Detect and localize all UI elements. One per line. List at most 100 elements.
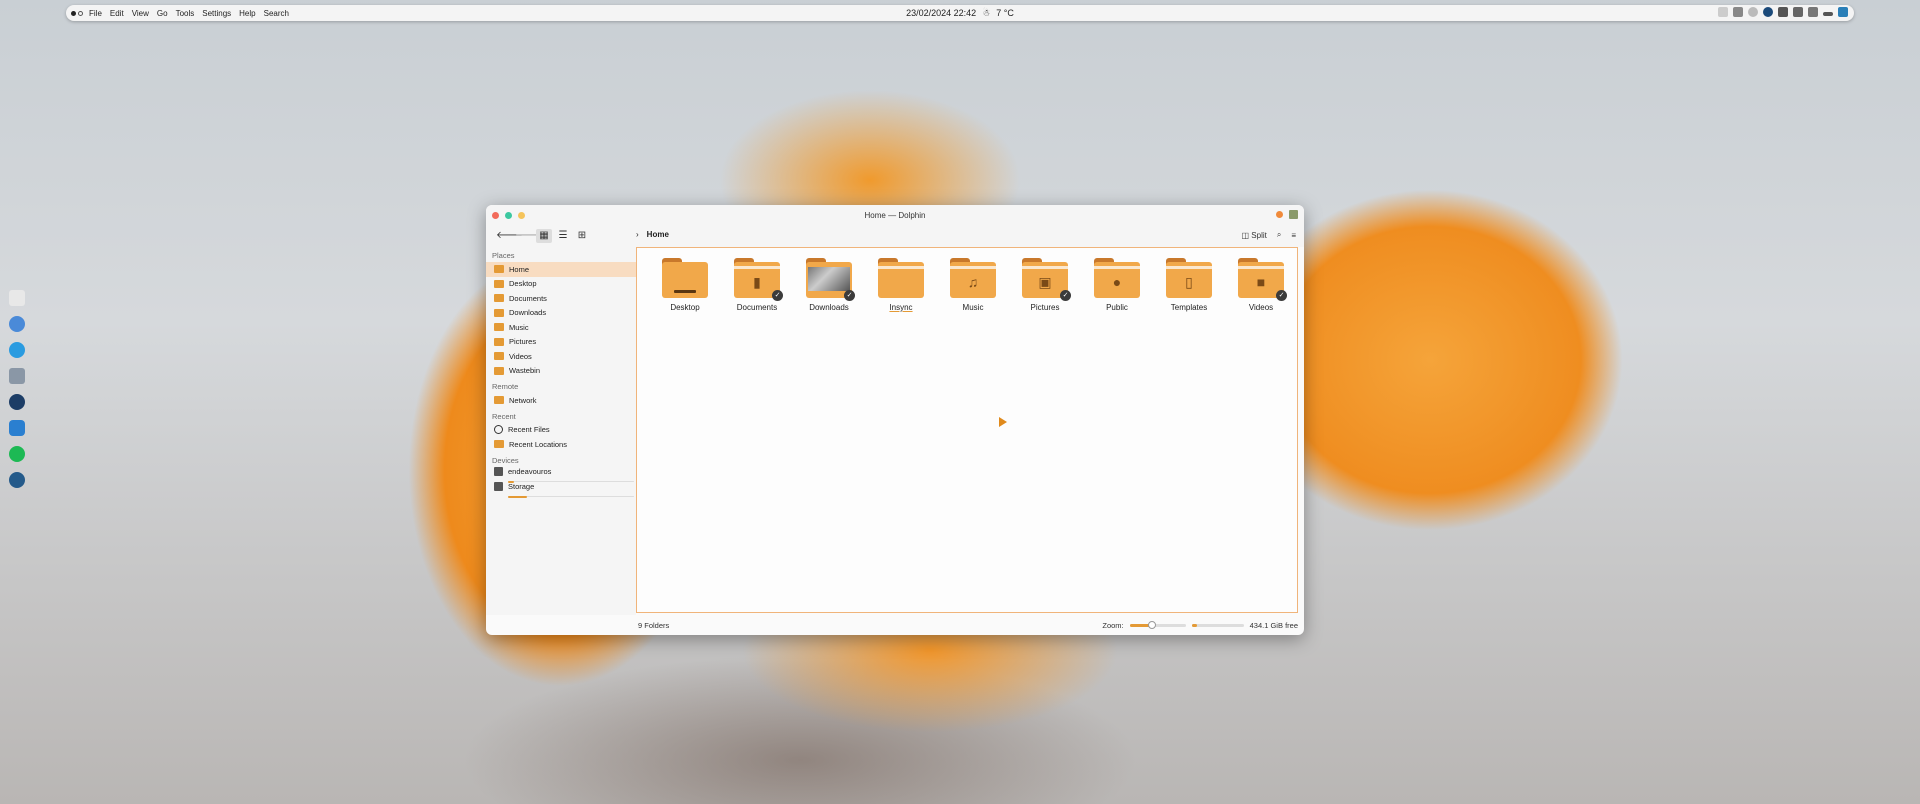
sidebar-item-label: Network: [509, 395, 537, 405]
clock-icon: [494, 425, 503, 435]
sidebar-item-recent-files[interactable]: Recent Files: [486, 423, 636, 438]
pictures-folder-icon: ▣ ✓: [1022, 258, 1071, 301]
folder-public[interactable]: ● Public: [1081, 258, 1153, 312]
free-space-text: 434.1 GiB free: [1249, 621, 1298, 630]
forward-button[interactable]: 🡒: [515, 229, 542, 243]
bitwarden-icon[interactable]: [9, 420, 25, 436]
folder-videos[interactable]: ■ ✓ Videos: [1225, 258, 1297, 312]
sidebar-item-wastebin[interactable]: Wastebin: [486, 364, 636, 379]
folder-documents[interactable]: ▮ ✓ Documents: [721, 258, 793, 312]
sync-check-icon: ✓: [1276, 290, 1287, 301]
folder-desktop[interactable]: Desktop: [649, 258, 721, 312]
downloads-folder-icon: ✓: [806, 258, 855, 301]
sync-check-icon: ✓: [1060, 290, 1071, 301]
wifi-icon[interactable]: [1808, 7, 1818, 17]
recent-locations-folder-icon: [494, 440, 504, 449]
folder-templates[interactable]: ▯ Templates: [1153, 258, 1225, 312]
clock[interactable]: 23/02/2024 22:42 ☃ 7 °C: [906, 8, 1014, 19]
webcam-icon[interactable]: [9, 472, 25, 488]
chevron-down-icon[interactable]: [1823, 11, 1833, 16]
folder-downloads[interactable]: ✓ Downloads: [793, 258, 865, 312]
folder-icon: [878, 258, 924, 298]
hamburger-menu-icon[interactable]: ≡: [1291, 231, 1296, 240]
weather-snow-icon: ☃: [982, 7, 991, 18]
menu-help[interactable]: Help: [239, 9, 255, 18]
telegram-icon[interactable]: [9, 342, 25, 358]
terminal-icon[interactable]: [9, 290, 25, 306]
steam-tray-icon[interactable]: [1763, 7, 1773, 17]
zoom-handle[interactable]: [1148, 621, 1157, 629]
show-desktop-icon[interactable]: [1838, 7, 1848, 17]
drive-icon: [494, 481, 503, 491]
sidebar-item-downloads[interactable]: Downloads: [486, 306, 636, 321]
menu-search[interactable]: Search: [264, 9, 289, 18]
side-dock: [4, 290, 30, 488]
app-menu-icon[interactable]: [1289, 210, 1298, 219]
downloads-folder-icon: [494, 308, 504, 317]
steam-icon[interactable]: [9, 394, 25, 410]
icons-view-button[interactable]: ▦: [536, 229, 552, 243]
sidebar-item-endeavouros[interactable]: endeavouros: [486, 466, 636, 483]
sidebar-item-music[interactable]: Music: [486, 320, 636, 335]
menu-edit[interactable]: Edit: [110, 9, 124, 18]
sidebar-item-label: endeavouros: [508, 466, 552, 476]
vpn-icon[interactable]: [1733, 7, 1743, 17]
item-count: 9 Folders: [638, 621, 670, 630]
breadcrumb[interactable]: › Home: [636, 230, 669, 239]
templates-folder-icon: ▯: [1166, 258, 1212, 298]
chevron-right-icon: ›: [636, 230, 639, 239]
split-label: Split: [1251, 230, 1267, 240]
chromium-icon[interactable]: [9, 316, 25, 332]
folder-label: Public: [1106, 303, 1128, 312]
remote-header: Remote: [492, 382, 519, 391]
search-icon[interactable]: ⌕: [1277, 230, 1281, 240]
file-view[interactable]: Desktop ▮ ✓ Documents ✓ Downloads Insync …: [636, 247, 1298, 613]
sidebar-item-label: Wastebin: [509, 366, 540, 376]
places-header: Places: [492, 251, 515, 260]
spotify-icon[interactable]: [9, 446, 25, 462]
used-space-fill: [1191, 624, 1197, 627]
status-bar: 9 Folders Zoom: 434.1 GiB free: [636, 615, 1304, 635]
sidebar-item-recent-locations[interactable]: Recent Locations: [486, 437, 636, 452]
dolphin-icon[interactable]: [9, 368, 25, 384]
breadcrumb-home[interactable]: Home: [647, 230, 669, 239]
free-space-bar: [1191, 624, 1244, 627]
desktop-folder-icon: [662, 258, 708, 298]
tree-view-button[interactable]: ⊞: [574, 229, 590, 243]
sidebar-item-storage[interactable]: Storage: [486, 481, 636, 498]
keep-above-button[interactable]: [1276, 211, 1283, 218]
zoom-slider[interactable]: [1129, 621, 1186, 629]
sidebar-item-videos[interactable]: Videos: [486, 349, 636, 364]
sidebar-item-pictures[interactable]: Pictures: [486, 335, 636, 350]
temperature: 7 °C: [996, 8, 1014, 18]
sidebar-item-home[interactable]: Home: [486, 262, 636, 277]
update-icon[interactable]: [1748, 7, 1758, 17]
folder-label: Desktop: [670, 303, 700, 312]
back-button[interactable]: 🡐: [496, 229, 523, 243]
sidebar-item-desktop[interactable]: Desktop: [486, 277, 636, 292]
folder-music[interactable]: ♫ Music: [937, 258, 1009, 312]
network-manager-icon[interactable]: [1778, 7, 1788, 17]
capacity-bar: [508, 480, 634, 483]
sidebar-item-documents[interactable]: Documents: [486, 291, 636, 306]
network-folder-icon: [494, 396, 504, 405]
recent-header: Recent: [492, 411, 516, 421]
menu-file[interactable]: File: [89, 9, 102, 18]
details-view-button[interactable]: ☰: [555, 229, 571, 243]
devices-header: Devices: [492, 455, 519, 465]
sync-check-icon: ✓: [772, 290, 783, 301]
menu-tools[interactable]: Tools: [176, 9, 195, 18]
split-icon: ◫: [1241, 230, 1250, 240]
zoom-label: Zoom:: [1102, 621, 1124, 630]
menu-settings[interactable]: Settings: [202, 9, 231, 18]
folder-insync[interactable]: Insync: [865, 258, 937, 312]
sync-check-icon: ✓: [844, 290, 855, 301]
sidebar-item-network[interactable]: Network: [486, 393, 636, 408]
volume-icon[interactable]: [1793, 7, 1803, 17]
mouse-cursor: [999, 417, 1007, 427]
folder-pictures[interactable]: ▣ ✓ Pictures: [1009, 258, 1081, 312]
menu-go[interactable]: Go: [157, 9, 168, 18]
split-button[interactable]: ◫ Split: [1241, 231, 1266, 240]
menu-view[interactable]: View: [132, 9, 149, 18]
clipboard-icon[interactable]: [1718, 7, 1728, 17]
